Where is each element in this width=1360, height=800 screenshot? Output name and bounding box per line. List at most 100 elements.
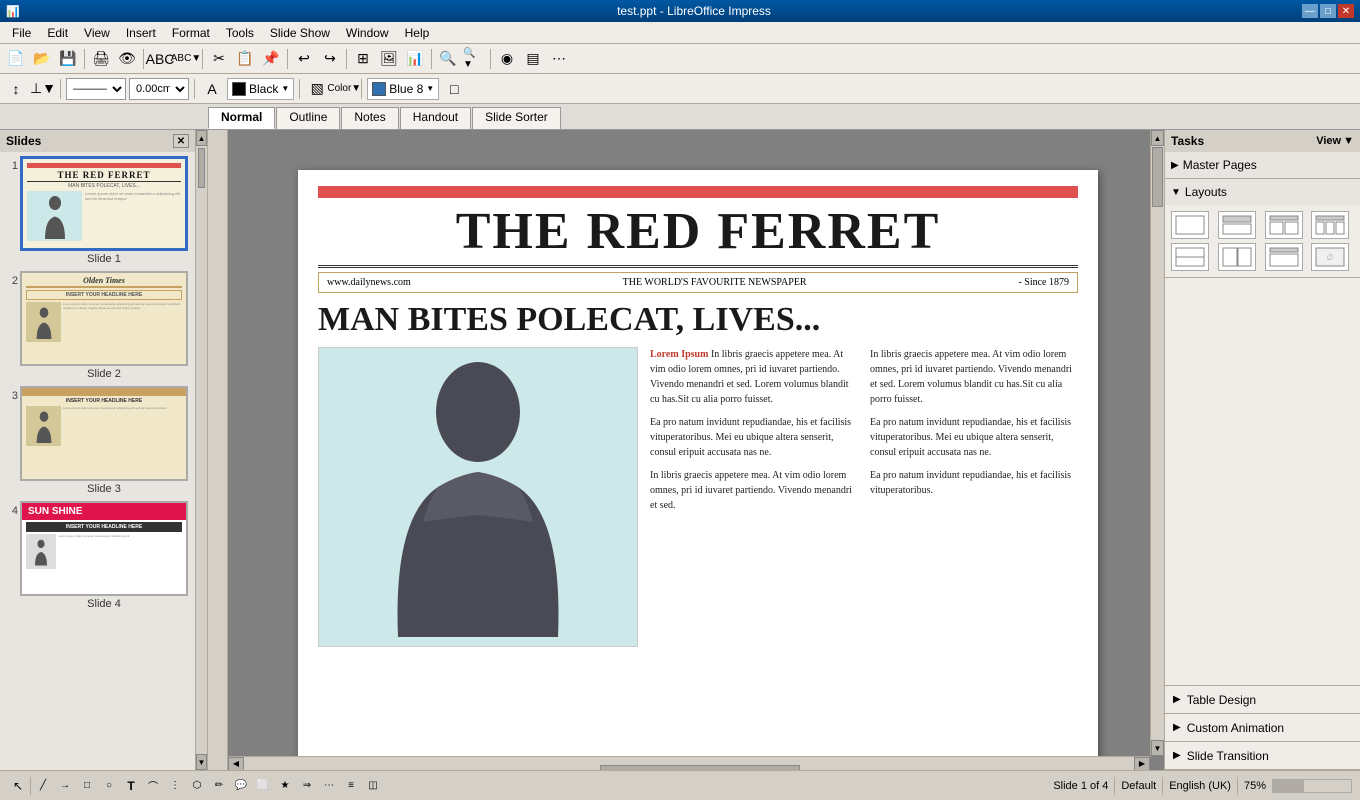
- sidebar-button[interactable]: ▤: [521, 47, 545, 71]
- zoom-in-button[interactable]: 🔍: [436, 47, 460, 71]
- line-width-select[interactable]: 0.00cm: [129, 78, 189, 100]
- tab-notes[interactable]: Notes: [341, 107, 398, 129]
- layout-item-3[interactable]: [1265, 211, 1303, 239]
- insert-table-button[interactable]: ⊞: [351, 47, 375, 71]
- special-shapes-tool[interactable]: ★: [275, 776, 295, 796]
- menu-tools[interactable]: Tools: [218, 24, 262, 42]
- copy-button[interactable]: 📋: [233, 47, 257, 71]
- cut-button[interactable]: ✂: [207, 47, 231, 71]
- callout-tool[interactable]: 💬: [231, 776, 251, 796]
- slide-thumb-1[interactable]: THE RED FERRET MAN BITES POLECAT, LIVES.…: [20, 156, 188, 251]
- arrow-tool[interactable]: →: [55, 776, 75, 796]
- layouts-header[interactable]: ▼ Layouts: [1165, 179, 1360, 205]
- polygon-tool[interactable]: ⬡: [187, 776, 207, 796]
- tab-normal[interactable]: Normal: [208, 107, 275, 129]
- canvas-hscrollbar[interactable]: ◀ ▶: [228, 756, 1150, 770]
- menu-help[interactable]: Help: [397, 24, 438, 42]
- palette-dropdown-arrow[interactable]: ▼: [426, 84, 434, 93]
- canvas-hscroll-right[interactable]: ▶: [1134, 757, 1150, 771]
- print-button[interactable]: 🖨: [89, 47, 113, 71]
- more-tools-btn[interactable]: ⋯: [319, 776, 339, 796]
- menu-edit[interactable]: Edit: [39, 24, 76, 42]
- canvas-hscroll-left[interactable]: ◀: [228, 757, 244, 771]
- color-picker-button[interactable]: A: [200, 77, 224, 101]
- area-color-button[interactable]: ▧: [305, 77, 329, 101]
- new-button[interactable]: 📄: [4, 47, 28, 71]
- color-indicator[interactable]: Black ▼: [227, 78, 294, 100]
- slide-thumb-2[interactable]: Olden Times INSERT YOUR HEADLINE HERE Lo…: [20, 271, 188, 366]
- minimize-button[interactable]: —: [1302, 4, 1318, 18]
- line-style-select[interactable]: —————: [66, 78, 126, 100]
- slides-panel-close[interactable]: ✕: [173, 134, 189, 148]
- palette-indicator[interactable]: Blue 8 ▼: [367, 78, 439, 100]
- zoom-dropdown[interactable]: 🔍▼: [462, 47, 486, 71]
- canvas-scroll-thumb[interactable]: [1152, 147, 1163, 207]
- menu-format[interactable]: Format: [164, 24, 218, 42]
- align-dist-btn[interactable]: ≡: [341, 776, 361, 796]
- layout-item-6[interactable]: [1218, 243, 1256, 271]
- rect-tool[interactable]: □: [77, 776, 97, 796]
- canvas-vscrollbar[interactable]: ▲ ▼: [1150, 130, 1164, 756]
- shadow-3d-btn[interactable]: ◫: [363, 776, 383, 796]
- ellipse-tool[interactable]: ○: [99, 776, 119, 796]
- line-tool[interactable]: ╱: [33, 776, 53, 796]
- select-tool[interactable]: ↖: [8, 776, 28, 796]
- maximize-button[interactable]: □: [1320, 4, 1336, 18]
- slides-scrollbar[interactable]: ▲ ▼: [196, 130, 208, 770]
- layout-item-2[interactable]: [1218, 211, 1256, 239]
- slide-transition-item[interactable]: ▶ Slide Transition: [1165, 742, 1360, 770]
- scroll-thumb[interactable]: [198, 148, 205, 188]
- scroll-down-arrow[interactable]: ▼: [196, 754, 207, 770]
- table-design-item[interactable]: ▶ Table Design: [1165, 686, 1360, 714]
- custom-animation-item[interactable]: ▶ Custom Animation: [1165, 714, 1360, 742]
- color-dropdown-arrow[interactable]: ▼: [281, 84, 289, 93]
- zoom-slider-fill: [1273, 780, 1304, 792]
- more-button[interactable]: ⋯: [547, 47, 571, 71]
- menu-insert[interactable]: Insert: [118, 24, 164, 42]
- curve-tool[interactable]: ⌒: [143, 776, 163, 796]
- text-tool[interactable]: T: [121, 776, 141, 796]
- block-arrows-tool[interactable]: ⇒: [297, 776, 317, 796]
- master-pages-header[interactable]: ▶ Master Pages: [1165, 152, 1360, 178]
- arrow-button[interactable]: ↕: [4, 77, 28, 101]
- tab-outline[interactable]: Outline: [276, 107, 340, 129]
- insert-image-button[interactable]: 🖼: [377, 47, 401, 71]
- shadow-button[interactable]: □: [442, 77, 466, 101]
- menu-file[interactable]: File: [4, 24, 39, 42]
- tab-slide-sorter[interactable]: Slide Sorter: [472, 107, 561, 129]
- canvas-scroll-down[interactable]: ▼: [1151, 740, 1164, 756]
- align-button[interactable]: ⊥▼: [31, 77, 55, 101]
- layout-item-1[interactable]: [1171, 211, 1209, 239]
- slide-thumb-3[interactable]: INSERT YOUR HEADLINE HERE Lorem ipsum do…: [20, 386, 188, 481]
- layout-item-8[interactable]: ∅: [1311, 243, 1349, 271]
- menu-view[interactable]: View: [76, 24, 118, 42]
- autocorrect-button[interactable]: ABC▼: [174, 47, 198, 71]
- paste-button[interactable]: 📌: [259, 47, 283, 71]
- more-shapes-tool[interactable]: ⋮: [165, 776, 185, 796]
- zoom-slider[interactable]: [1272, 779, 1352, 793]
- redo-button[interactable]: ↪: [318, 47, 342, 71]
- undo-button[interactable]: ↩: [292, 47, 316, 71]
- close-button[interactable]: ✕: [1338, 4, 1354, 18]
- layout-item-5[interactable]: [1171, 243, 1209, 271]
- scroll-up-arrow[interactable]: ▲: [196, 130, 207, 146]
- slide-thumb-4[interactable]: SUN SHINE INSERT YOUR HEADLINE HERE: [20, 501, 188, 596]
- menu-slideshow[interactable]: Slide Show: [262, 24, 338, 42]
- canvas-hscroll-thumb[interactable]: [600, 765, 800, 771]
- flowchart-tool[interactable]: ⬜: [253, 776, 273, 796]
- canvas-area: THE RED FERRET www.dailynews.com THE WOR…: [208, 130, 1164, 770]
- tab-handout[interactable]: Handout: [400, 107, 471, 129]
- preview-button[interactable]: 👁: [115, 47, 139, 71]
- freeform-tool[interactable]: ✏: [209, 776, 229, 796]
- insert-chart-button[interactable]: 📊: [403, 47, 427, 71]
- tasks-view-button[interactable]: View ▼: [1316, 135, 1354, 147]
- save-button[interactable]: 💾: [56, 47, 80, 71]
- spellcheck-button[interactable]: ABC: [148, 47, 172, 71]
- open-button[interactable]: 📂: [30, 47, 54, 71]
- navigator-button[interactable]: ◉: [495, 47, 519, 71]
- menu-window[interactable]: Window: [338, 24, 397, 42]
- layout-item-4[interactable]: [1311, 211, 1349, 239]
- layout-item-7[interactable]: [1265, 243, 1303, 271]
- area-style-button[interactable]: Color▼: [332, 77, 356, 101]
- canvas-scroll-up[interactable]: ▲: [1151, 130, 1164, 146]
